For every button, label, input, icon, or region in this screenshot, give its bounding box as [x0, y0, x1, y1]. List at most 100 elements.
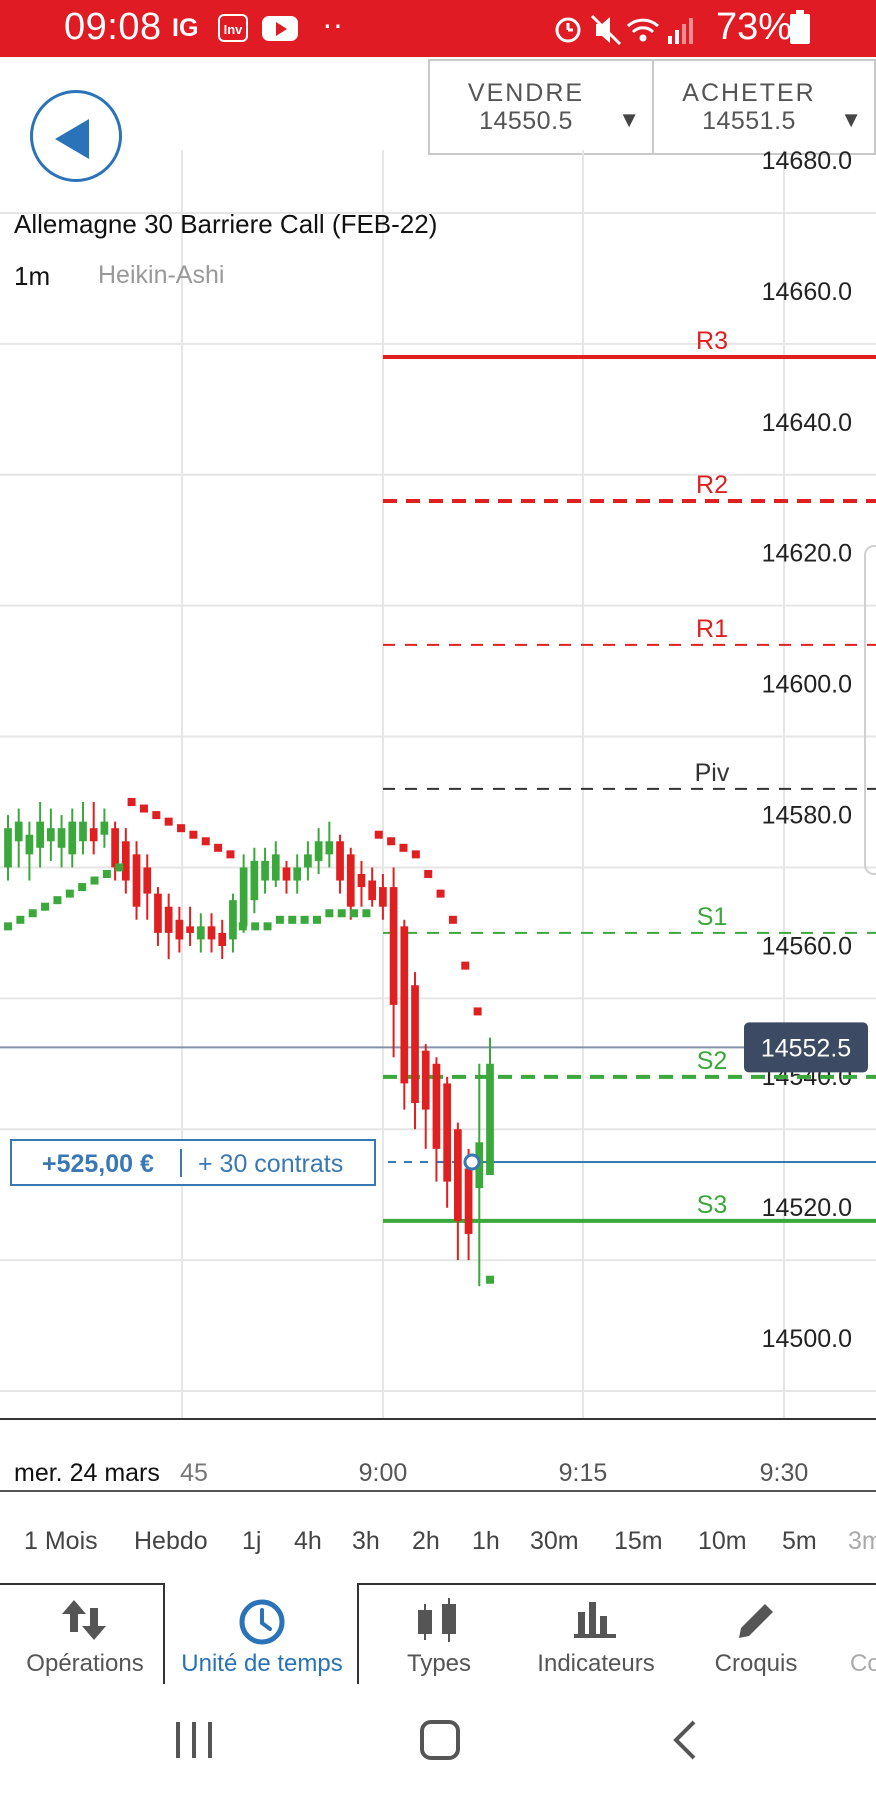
nav-sketch-label: Croquis	[714, 1650, 798, 1677]
nav-operations[interactable]: Opérations	[0, 1584, 170, 1684]
psar-dot	[251, 922, 260, 931]
nav-types[interactable]: Types	[358, 1584, 520, 1684]
bottom-nav: Opérations Unité de temps Types Indicate…	[0, 1584, 876, 1684]
psar-dot	[350, 909, 359, 918]
psar-dot	[300, 915, 309, 924]
position-contracts: + 30 contrats	[198, 1150, 344, 1178]
nav-time-unit[interactable]: Unité de temps	[166, 1584, 358, 1684]
psar-dot	[127, 798, 136, 806]
timeframe-3h[interactable]: 3h	[352, 1527, 380, 1556]
position-separator	[180, 1149, 182, 1177]
psar-dot	[312, 915, 321, 924]
timeframe-3m[interactable]: 3m	[848, 1527, 876, 1556]
battery-icon	[790, 10, 810, 44]
timeframe-2h[interactable]: 2h	[412, 1527, 440, 1556]
timeframe-1-mois[interactable]: 1 Mois	[24, 1527, 98, 1556]
candle-body	[132, 854, 141, 907]
candle-body	[432, 1063, 441, 1149]
pivot-label-r1: R1	[696, 615, 728, 643]
candle-body	[79, 821, 87, 842]
more-notifications-icon: ··	[322, 6, 344, 42]
battery-percent: 73%	[716, 6, 793, 48]
nav-sketch[interactable]: Croquis	[672, 1584, 840, 1684]
pencil-icon	[739, 1604, 773, 1638]
candle-body	[261, 860, 269, 881]
candle-body	[486, 1063, 494, 1176]
timeframe-5m[interactable]: 5m	[782, 1527, 817, 1556]
nav-more[interactable]: Co	[840, 1584, 876, 1684]
chart-type-label[interactable]: Heikin-Ashi	[98, 261, 224, 290]
buy-label: ACHETER	[682, 79, 816, 107]
sell-button[interactable]: VENDRE 14550.5 ▼	[428, 59, 654, 155]
back-nav-icon[interactable]	[673, 1720, 696, 1760]
current-price-label: 14552.5	[761, 1034, 851, 1062]
y-tick-label: 14660.0	[762, 278, 852, 306]
buy-button[interactable]: ACHETER 14551.5 ▼	[652, 59, 876, 155]
psar-dot	[78, 883, 87, 892]
recent-apps-icon[interactable]	[176, 1722, 212, 1758]
ig-app-icon: IG	[172, 14, 199, 42]
psar-dot	[461, 961, 470, 970]
buy-price: 14551.5	[702, 107, 796, 135]
candle-body	[443, 1083, 452, 1182]
candle-body	[464, 1168, 473, 1234]
timeframe-hebdo[interactable]: Hebdo	[134, 1527, 208, 1556]
candle-body	[57, 828, 66, 848]
timeframe-4h[interactable]: 4h	[294, 1527, 322, 1556]
timeframe-30m[interactable]: 30m	[530, 1527, 579, 1556]
timeframe-1h[interactable]: 1h	[472, 1527, 500, 1556]
y-tick-label: 14500.0	[762, 1325, 852, 1353]
psar-dot	[16, 915, 25, 924]
youtube-icon	[262, 16, 298, 41]
psar-dot	[448, 915, 457, 924]
psar-dot	[41, 902, 50, 911]
psar-dot	[28, 909, 37, 918]
home-icon[interactable]	[420, 1720, 460, 1760]
nav-indicators[interactable]: Indicateurs	[520, 1584, 672, 1684]
candle-body	[207, 926, 216, 940]
timeframe-selector: 1 Mois Hebdo 1j 4h 3h 2h 1h 30m 15m 10m …	[0, 1520, 876, 1568]
clock-icon	[239, 1599, 285, 1645]
timeframe-15m[interactable]: 15m	[614, 1527, 663, 1556]
psar-dot	[399, 843, 408, 852]
candle-body	[346, 854, 355, 907]
psar-dot	[164, 817, 173, 826]
psar-dot	[411, 850, 420, 859]
psar-dot	[102, 869, 111, 878]
psar-dot	[337, 909, 346, 918]
candle-body	[143, 867, 152, 894]
mute-icon	[590, 14, 622, 46]
position-pnl: +525,00 €	[42, 1150, 154, 1178]
candle-body	[164, 906, 173, 933]
position-box[interactable]: +525,00 € + 30 contrats	[10, 1139, 376, 1186]
candle-body	[271, 854, 280, 881]
candle-body	[282, 867, 291, 881]
timeframe-1j[interactable]: 1j	[242, 1527, 261, 1556]
candle-body	[454, 1129, 462, 1221]
candle-body	[411, 985, 419, 1104]
candle-body	[154, 893, 162, 933]
candle-body	[304, 854, 312, 868]
entry-marker	[463, 1153, 481, 1171]
psar-dot	[288, 915, 297, 924]
sell-price: 14550.5	[479, 107, 573, 135]
psar-dot	[214, 843, 223, 852]
candle-body	[14, 821, 23, 842]
y-tick-label: 14560.0	[762, 932, 852, 960]
psar-dot	[65, 889, 74, 898]
status-time: 09:08	[64, 6, 162, 48]
side-panel-handle[interactable]	[864, 545, 876, 875]
nav-time-unit-label: Unité de temps	[181, 1650, 343, 1677]
psar-dot	[486, 1275, 494, 1284]
system-nav-bar	[176, 1720, 696, 1760]
price-chart[interactable]: 14680.0 14660.0 14640.0 14620.0 14600.0 14580…	[0, 150, 876, 1500]
nav-indicators-label: Indicateurs	[537, 1650, 655, 1677]
psar-dot	[4, 922, 12, 931]
psar-dot	[226, 850, 235, 859]
psar-dot	[473, 1007, 482, 1016]
y-tick-label: 14520.0	[762, 1194, 852, 1222]
pivot-label-piv: Piv	[695, 759, 730, 787]
chart-timeframe[interactable]: 1m	[14, 261, 50, 292]
timeframe-10m[interactable]: 10m	[698, 1527, 747, 1556]
wifi-icon	[626, 18, 660, 42]
